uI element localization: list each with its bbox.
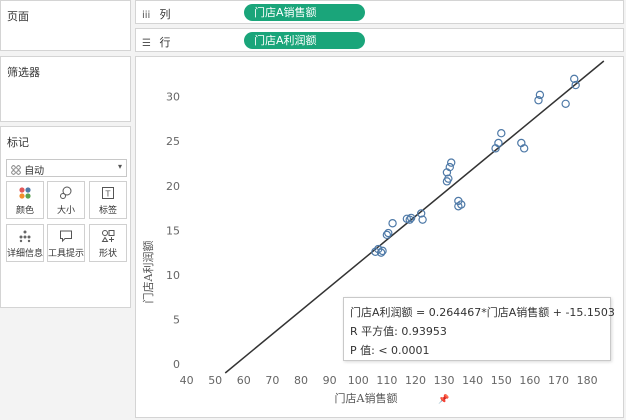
rows-shelf[interactable]: ☰ 行 门店A利润额 [135, 28, 624, 52]
x-tick-label: 160 [519, 374, 540, 387]
pages-title: 页面 [7, 10, 29, 23]
data-point[interactable] [447, 158, 456, 167]
shape-button[interactable]: 形状 [89, 224, 127, 262]
tooltip-button[interactable]: 工具提示 [47, 224, 85, 262]
pages-panel[interactable]: 页面 [0, 0, 131, 51]
rows-label-text: 行 [159, 36, 171, 49]
x-tick-label: 170 [548, 374, 569, 387]
detail-button[interactable]: 详细信息 [6, 224, 44, 262]
points-group [371, 74, 580, 257]
y-tick-label: 20 [166, 180, 180, 193]
x-tick-label: 70 [265, 374, 279, 387]
shape-icon [90, 225, 126, 245]
size-label: 大小 [56, 206, 75, 216]
columns-shelf-label: iii 列 [142, 6, 171, 22]
x-tick-label: 140 [462, 374, 483, 387]
x-axis: 40 50 60 70 80 90 100 110 120 130 140 150 160 170 180 [180, 374, 598, 387]
y-axis-title[interactable]: 门店A利润额 [141, 241, 155, 304]
columns-icon: iii [142, 10, 151, 21]
x-tick-label: 150 [491, 374, 512, 387]
chevron-down-icon: ▾ [117, 162, 122, 171]
tooltip-label: 工具提示 [48, 249, 85, 259]
tooltip-equation: 门店A利润额 = 0.264467*门店A销售额 + -15.1503 [350, 306, 615, 319]
x-axis-title[interactable]: 门店A销售额 [335, 391, 398, 405]
y-tick-label: 10 [166, 269, 180, 282]
y-tick-label: 30 [166, 91, 180, 104]
y-tick-label: 0 [173, 358, 180, 371]
x-tick-label: 110 [376, 374, 397, 387]
x-tick-label: 90 [323, 374, 337, 387]
x-tick-label: 130 [434, 374, 455, 387]
trendline-tooltip: 门店A利润额 = 0.264467*门店A销售额 + -15.1503 R 平方… [343, 297, 615, 361]
columns-shelf[interactable]: iii 列 门店A销售额 [135, 0, 624, 24]
color-label: 颜色 [15, 206, 34, 216]
tooltip-p-value: P 值: < 0.0001 [350, 344, 430, 357]
tooltip-icon [48, 225, 84, 245]
x-tick-label: 40 [180, 374, 194, 387]
rows-pill-profit[interactable]: 门店A利润额 [244, 32, 365, 49]
marks-panel: 标记 自动 ▾ 颜色 大小 T 标签 详细信息 工具提示 形状 [0, 126, 131, 308]
filters-title: 筛选器 [7, 66, 40, 79]
svg-text:T: T [105, 190, 111, 199]
x-tick-label: 50 [208, 374, 222, 387]
pin-icon: 📌 [438, 393, 449, 405]
size-button[interactable]: 大小 [47, 181, 85, 219]
label-icon: T [90, 182, 126, 202]
x-tick-label: 80 [294, 374, 308, 387]
auto-mark-icon [11, 165, 21, 175]
y-tick-label: 15 [166, 224, 180, 237]
rows-icon: ☰ [142, 38, 151, 49]
scatter-chart[interactable]: 0 5 10 15 20 25 30 40 50 60 70 80 90 100 110 120 130 140… [135, 56, 624, 418]
shape-label: 形状 [98, 249, 117, 259]
x-tick-label: 120 [405, 374, 426, 387]
x-tick-label: 180 [577, 374, 598, 387]
data-point[interactable] [497, 129, 506, 138]
color-icon [7, 182, 43, 202]
data-point[interactable] [378, 246, 387, 256]
label-label: 标签 [98, 206, 117, 216]
y-axis: 0 5 10 15 20 25 30 [166, 91, 180, 371]
x-tick-label: 60 [237, 374, 251, 387]
y-tick-label: 25 [166, 135, 180, 148]
data-point[interactable] [388, 219, 397, 228]
filters-panel[interactable]: 筛选器 [0, 56, 131, 122]
tooltip-r-squared: R 平方值: 0.93953 [350, 325, 447, 338]
data-point[interactable] [384, 228, 393, 238]
rows-shelf-label: ☰ 行 [142, 34, 171, 50]
detail-label: 详细信息 [7, 249, 44, 259]
color-button[interactable]: 颜色 [6, 181, 44, 219]
size-icon [48, 182, 84, 202]
mark-type-value: 自动 [11, 162, 44, 177]
x-tick-label: 100 [348, 374, 369, 387]
detail-icon [7, 225, 43, 245]
columns-label-text: 列 [159, 8, 171, 21]
data-point[interactable] [561, 99, 570, 108]
chart-svg: 0 5 10 15 20 25 30 40 50 60 70 80 90 100 110 120 130 140… [141, 60, 605, 405]
mark-type-dropdown[interactable]: 自动 ▾ [6, 159, 127, 177]
marks-title: 标记 [7, 136, 29, 149]
label-button[interactable]: T 标签 [89, 181, 127, 219]
columns-pill-sales[interactable]: 门店A销售额 [244, 4, 365, 21]
y-tick-label: 5 [173, 314, 180, 327]
